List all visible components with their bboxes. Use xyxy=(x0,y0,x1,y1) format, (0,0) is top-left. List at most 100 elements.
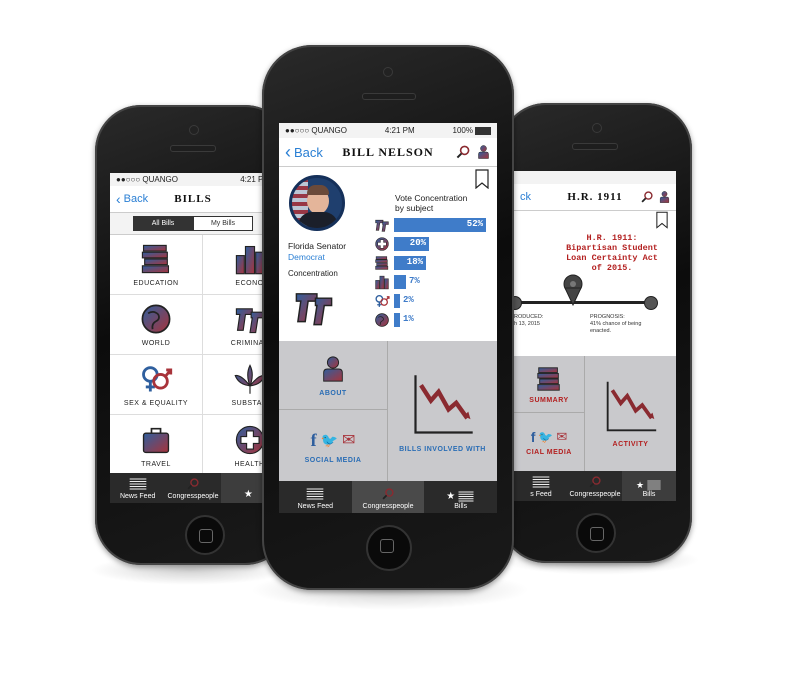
segment-all-bills[interactable]: All Bills xyxy=(133,216,193,231)
newspaper-icon xyxy=(457,490,475,503)
tab-label: News Feed xyxy=(297,503,334,510)
status-bar: ●●○○○ QUANGO 4:21 PM xyxy=(110,173,276,186)
vote-bar-label: 2% xyxy=(403,295,414,305)
activity-label: ACTIVITY xyxy=(612,441,649,448)
bill-header: H.R. 1911: Bipartisan Student Loan Certa… xyxy=(514,211,676,341)
summary-tile[interactable]: SUMMARY xyxy=(514,356,585,413)
category-sex-equality[interactable]: SEX & EQUALITY xyxy=(110,355,203,415)
vote-bar: 7% xyxy=(394,275,420,289)
vote-bar: 2% xyxy=(394,294,414,308)
category-education[interactable]: EDUCATION xyxy=(110,235,203,295)
concentration-label: Concentration xyxy=(288,269,338,278)
chart-trend-icon xyxy=(407,372,479,438)
tab-label: Bills xyxy=(642,491,656,498)
star-icon: ★ xyxy=(243,489,253,500)
segment-my-bills[interactable]: My Bills xyxy=(193,216,253,231)
about-tile[interactable]: ABOUT xyxy=(279,341,388,410)
vote-bar: 18% xyxy=(394,256,426,270)
tab-label: Congresspeople xyxy=(569,491,621,498)
magnifier-icon xyxy=(183,477,203,491)
gun-icon xyxy=(291,285,337,329)
vote-bar-label: 52% xyxy=(466,219,483,229)
tab-bills[interactable]: ★ Bills xyxy=(622,471,676,501)
prognosis-info: PROGNOSIS: 41% chance of being enacted. xyxy=(590,314,646,335)
vote-bar: 20% xyxy=(394,237,429,251)
profile-icon[interactable] xyxy=(476,144,491,160)
tab-congresspeople[interactable]: Congresspeople xyxy=(568,471,622,501)
twitter-icon[interactable]: 🐦 xyxy=(321,432,338,449)
suitcase-icon xyxy=(139,423,173,457)
vote-bar-row: 1% xyxy=(374,312,492,328)
newspaper-icon xyxy=(646,479,662,491)
mail-icon: ✉ xyxy=(556,428,568,444)
tab-congresspeople[interactable]: Congresspeople xyxy=(165,473,220,503)
vote-bar-row: 20% xyxy=(374,236,492,252)
home-button[interactable] xyxy=(185,515,225,555)
vote-subtitle: by subject xyxy=(395,203,434,213)
center-screen: ●●○○○ QUANGO 4:21 PM 100% ‹ Back BILL NEL… xyxy=(279,123,497,513)
tab-news-feed[interactable]: News Feed xyxy=(110,473,165,503)
introduced-date: h 13, 2015 xyxy=(514,321,540,327)
tab-congresspeople[interactable]: Congresspeople xyxy=(351,481,425,513)
vote-bar-label: 18% xyxy=(406,257,423,267)
newspaper-icon xyxy=(128,477,148,491)
newspaper-icon xyxy=(305,487,325,501)
newspaper-icon xyxy=(531,475,551,489)
earpiece xyxy=(170,145,216,152)
search-icon[interactable] xyxy=(455,144,471,160)
magnifier-icon xyxy=(585,475,605,489)
status-bar: ●●○○○ QUANGO 4:21 PM 100% xyxy=(279,123,497,138)
facebook-icon[interactable]: f xyxy=(311,430,317,451)
portrait-hair xyxy=(307,185,329,195)
vote-heading: Vote Concentration by subject xyxy=(395,193,467,213)
category-grid: EDUCATION ECONO WORLD CRIMINAL SEX & EQU… xyxy=(110,235,276,475)
search-icon[interactable] xyxy=(640,190,654,204)
social-media-tile[interactable]: f 🐦 ✉ CIAL MEDIA xyxy=(514,413,585,471)
tab-news-feed[interactable]: News Feed xyxy=(279,481,352,513)
social-icons: f 🐦 ✉ xyxy=(311,430,356,451)
social-media-tile[interactable]: f 🐦 ✉ SOCIAL MEDIA xyxy=(279,410,388,483)
right-screen: ck H.R. 1911 H.R. 1911: Bipartisan Stude… xyxy=(514,171,676,501)
city-icon xyxy=(374,274,390,290)
mail-icon[interactable]: ✉ xyxy=(342,430,355,450)
timeline-node-start xyxy=(514,296,522,310)
right-phone: ck H.R. 1911 H.R. 1911: Bipartisan Stude… xyxy=(500,103,692,563)
detail-tiles: ABOUT BILLS INVOLVED WITH f 🐦 ✉ SOCIAL M… xyxy=(279,341,497,483)
prognosis-label: PROGNOSIS: xyxy=(590,314,625,320)
facebook-icon: f xyxy=(530,428,536,445)
social-media-label: SOCIAL MEDIA xyxy=(304,456,362,464)
battery-label: 100% xyxy=(452,126,473,135)
category-world[interactable]: WORLD xyxy=(110,295,203,355)
bills-tab-icon: ★ xyxy=(446,490,475,503)
battery-icon xyxy=(475,126,491,135)
vote-bar-label: 1% xyxy=(403,314,414,324)
portrait-suit xyxy=(298,212,338,228)
about-label: ABOUT xyxy=(319,389,347,397)
summary-label: SUMMARY xyxy=(529,396,569,404)
bills-involved-tile[interactable]: BILLS INVOLVED WITH xyxy=(388,341,497,483)
vote-bar-label: 20% xyxy=(409,238,426,248)
timeline-node-end xyxy=(644,296,658,310)
vote-bar-row: 52% xyxy=(374,217,492,233)
category-travel[interactable]: TRAVEL xyxy=(110,415,203,475)
battery-indicator: 100% xyxy=(453,126,491,135)
social-icons: f 🐦 ✉ xyxy=(531,429,568,445)
home-button[interactable] xyxy=(366,525,412,571)
books-icon xyxy=(531,365,567,393)
status-bar xyxy=(514,171,676,184)
earpiece xyxy=(362,93,416,100)
activity-tile[interactable]: ACTIVITY xyxy=(585,356,676,471)
tab-label: Congresspeople xyxy=(362,503,414,510)
left-screen: ●●○○○ QUANGO 4:21 PM ‹ Back BILLS All Bil… xyxy=(110,173,276,503)
home-button[interactable] xyxy=(576,513,616,553)
avatar xyxy=(289,175,345,231)
vote-title: Vote Concentration xyxy=(395,193,468,203)
profile-icon[interactable] xyxy=(658,190,671,204)
health-cross-icon xyxy=(374,236,390,252)
vote-concentration-chart: 52% 20% 18% 7% 2% 1% xyxy=(374,217,492,333)
senator-party[interactable]: Democrat xyxy=(288,252,325,262)
person-icon xyxy=(319,354,347,384)
bills-tab-icon: ★ xyxy=(636,479,662,491)
tab-bills[interactable]: ★ Bills xyxy=(424,481,497,513)
tab-news-feed[interactable]: s Feed xyxy=(514,471,568,501)
